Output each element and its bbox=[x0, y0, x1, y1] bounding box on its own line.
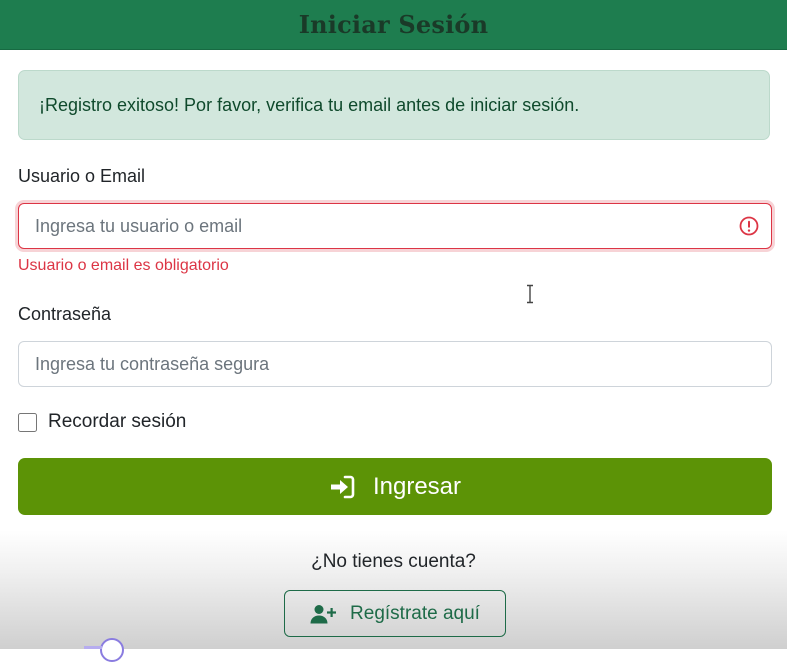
page-title: Iniciar Sesión bbox=[298, 10, 489, 39]
no-account-text: ¿No tienes cuenta? bbox=[311, 551, 476, 572]
text-cursor-icon bbox=[527, 284, 533, 304]
page-header: Iniciar Sesión bbox=[0, 0, 787, 50]
user-plus-icon bbox=[310, 604, 337, 623]
success-alert: ¡Registro exitoso! Por favor, verifica t… bbox=[18, 70, 770, 140]
login-button[interactable]: Ingresar bbox=[18, 458, 772, 515]
sign-in-icon bbox=[330, 475, 355, 498]
password-label: Contraseña bbox=[18, 304, 112, 324]
username-error: Usuario o email es obligatorio bbox=[18, 257, 229, 274]
login-button-label: Ingresar bbox=[372, 472, 462, 500]
remember-label[interactable]: Recordar sesión bbox=[48, 411, 186, 433]
error-icon bbox=[739, 216, 759, 236]
password-input[interactable] bbox=[18, 341, 772, 387]
success-alert-text: ¡Registro exitoso! Por favor, verifica t… bbox=[39, 94, 580, 115]
floating-widget-icon[interactable] bbox=[84, 634, 124, 664]
remember-checkbox[interactable] bbox=[18, 412, 37, 432]
register-button[interactable]: Regístrate aquí bbox=[284, 590, 506, 637]
username-input[interactable] bbox=[18, 203, 772, 249]
username-label: Usuario o Email bbox=[18, 166, 146, 186]
register-button-label: Regístrate aquí bbox=[350, 602, 480, 624]
remember-row: Recordar sesión bbox=[18, 410, 186, 434]
